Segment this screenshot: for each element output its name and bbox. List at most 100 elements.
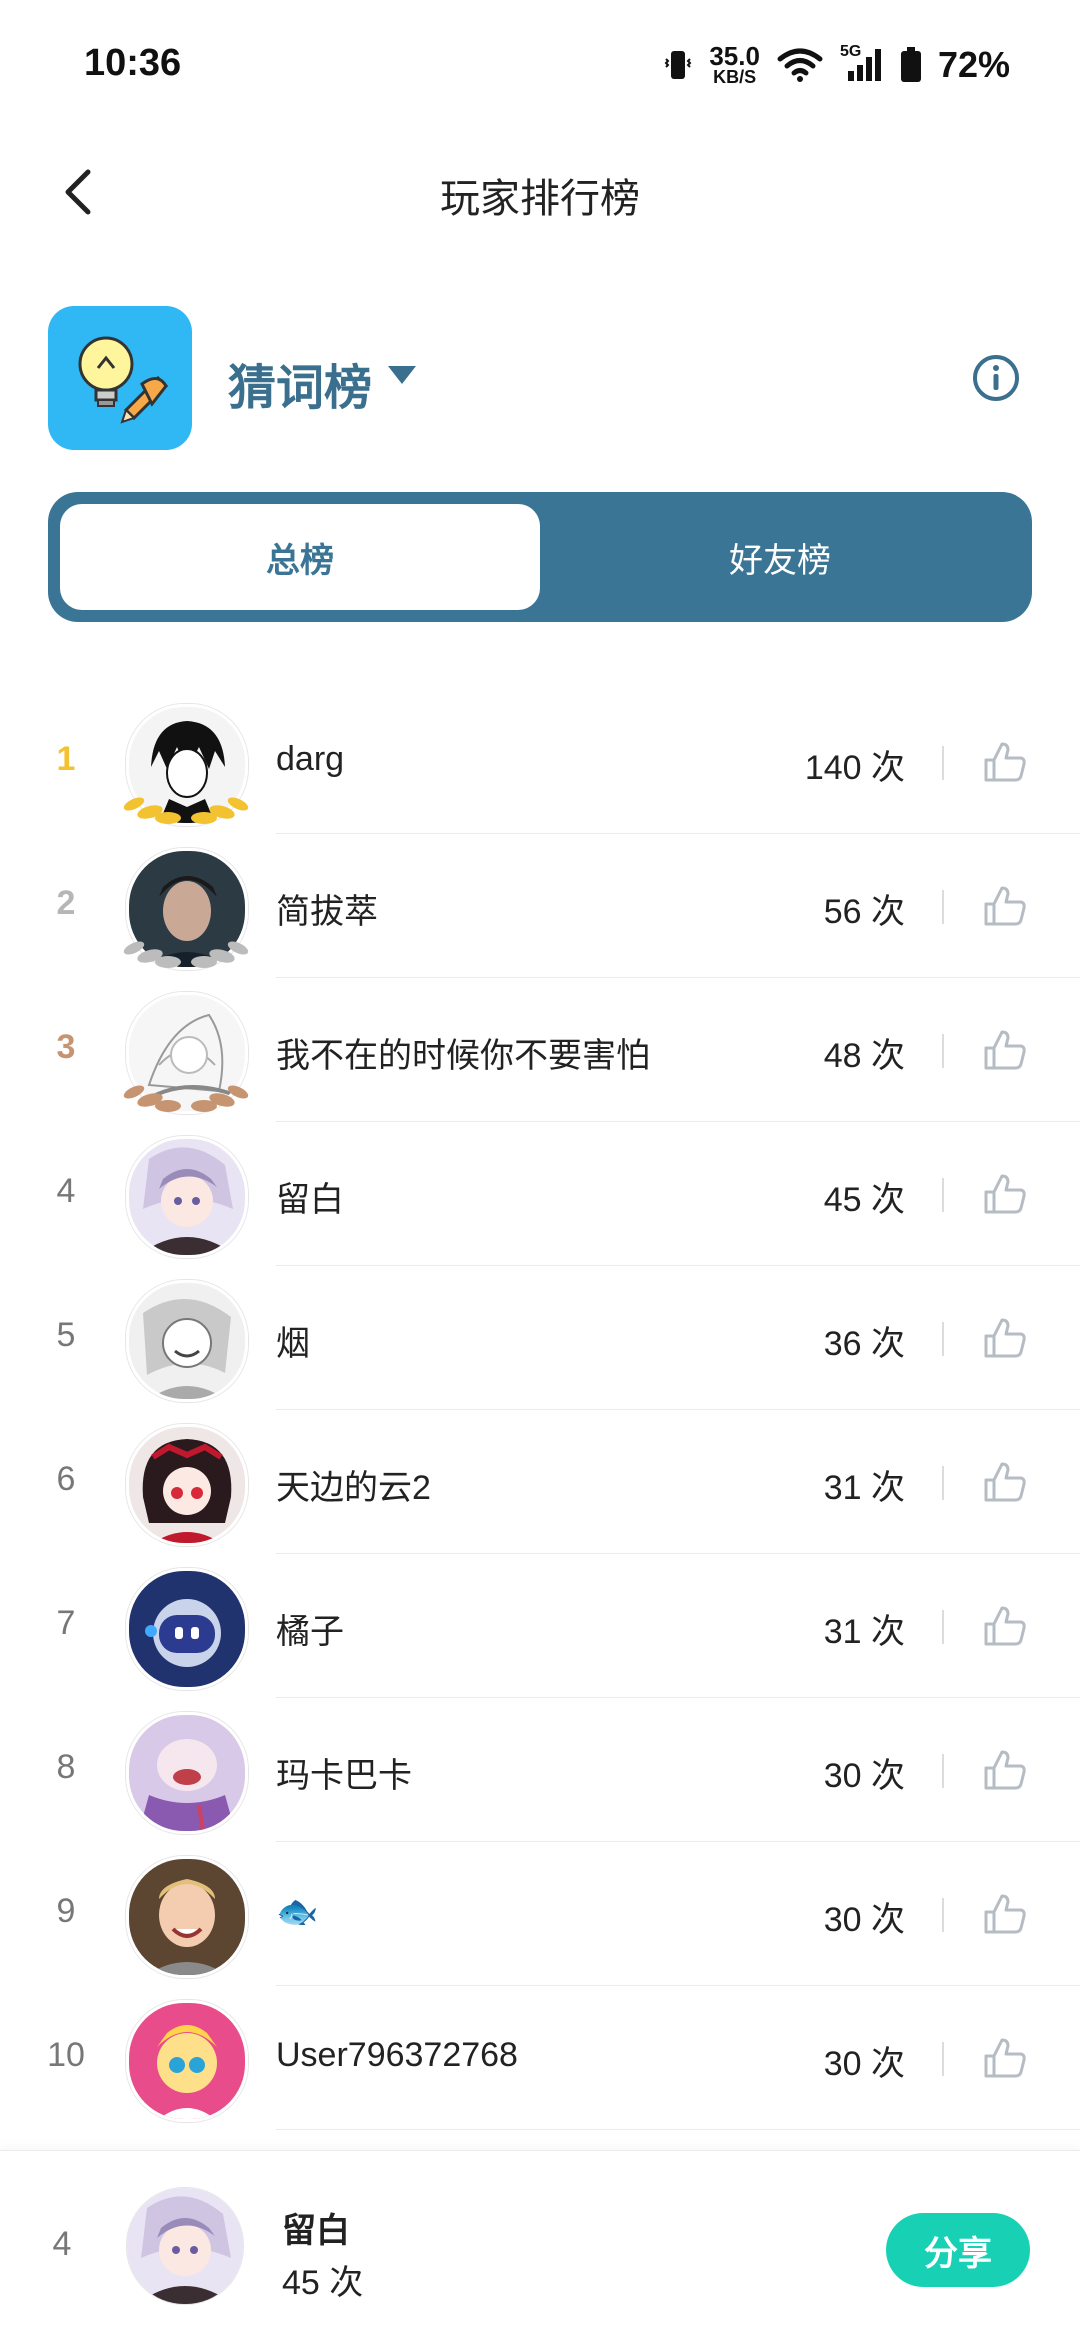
game-name[interactable]: 猜词榜 (228, 348, 372, 418)
top-app-bar: 玩家排行榜 (0, 150, 1080, 240)
divider (942, 1754, 944, 1788)
rank-number: 5 (56, 1316, 76, 1354)
player-name: 🐟 (276, 1893, 319, 1931)
network-speed-value: 35.0 (709, 41, 760, 71)
avatar[interactable] (126, 1712, 248, 1834)
divider (942, 1898, 944, 1932)
status-icons: 35.0 KB/S 5G 72% (663, 41, 1010, 87)
player-score: 31 次 (823, 1469, 905, 1507)
battery-percent: 72% (937, 44, 1010, 85)
divider (942, 1178, 944, 1212)
leaderboard-row[interactable]: 7 橘子 31 次 (0, 1554, 1080, 1698)
page-title: 玩家排行榜 (440, 177, 640, 221)
divider (942, 1610, 944, 1644)
player-name: darg (276, 740, 345, 778)
player-score: 30 次 (823, 2045, 905, 2083)
player-name: 留白 (276, 1181, 344, 1219)
my-avatar (126, 2187, 244, 2305)
avatar[interactable] (126, 1568, 248, 1690)
thumbs-up-icon[interactable] (982, 740, 1028, 784)
thumbs-up-icon[interactable] (982, 1172, 1028, 1216)
avatar[interactable] (126, 1136, 248, 1258)
rank-number: 8 (56, 1748, 76, 1786)
rank-number: 2 (56, 884, 76, 922)
divider (942, 1466, 944, 1500)
my-name: 留白 (282, 2212, 350, 2250)
leaderboard-row[interactable]: 6 天边的云2 31 次 (0, 1410, 1080, 1554)
player-score: 45 次 (823, 1181, 905, 1219)
avatar[interactable] (126, 1856, 248, 1978)
status-time: 10:36 (84, 42, 182, 84)
laurel-wreath-icon (123, 797, 249, 824)
rank-number: 1 (56, 740, 76, 778)
player-score: 48 次 (823, 1037, 905, 1075)
leaderboard-row[interactable]: 2 简拔萃 56 次 (0, 834, 1080, 978)
laurel-wreath-icon (123, 941, 249, 968)
rank-number: 4 (56, 1172, 76, 1210)
player-name: 烟 (276, 1325, 310, 1363)
thumbs-up-icon[interactable] (982, 1316, 1028, 1360)
leaderboard-tabs: 总榜 好友榜 (48, 492, 1032, 622)
player-score: 31 次 (823, 1613, 905, 1651)
ranking-list: 1 darg 140 次 2 简拔萃 56 次 3 我不在的时候你不要害怕 48… (0, 690, 1080, 2130)
signal-icon: 5G (840, 43, 884, 83)
info-icon[interactable] (970, 352, 1022, 404)
thumbs-up-icon[interactable] (982, 2036, 1028, 2080)
game-icon (48, 306, 192, 450)
thumbs-up-icon[interactable] (982, 1604, 1028, 1648)
rank-number: 3 (56, 1028, 76, 1066)
divider (942, 1034, 944, 1068)
status-bar: 10:36 35.0 KB/S 5G 72% (0, 0, 1080, 130)
thumbs-up-icon[interactable] (982, 884, 1028, 928)
my-rank-bar: 4 留白 45 次 分享 (0, 2150, 1080, 2345)
player-name: 玛卡巴卡 (276, 1757, 412, 1795)
game-selector[interactable]: 猜词榜 (48, 306, 1032, 452)
leaderboard-row[interactable]: 9 🐟 30 次 (0, 1842, 1080, 1986)
row-divider (276, 2129, 1080, 2130)
divider (942, 1322, 944, 1356)
divider (942, 890, 944, 924)
network-speed-unit: KB/S (713, 67, 757, 87)
player-score: 30 次 (823, 1901, 905, 1939)
player-name: 简拔萃 (276, 893, 378, 931)
avatar[interactable] (126, 1424, 248, 1546)
divider (942, 746, 944, 780)
thumbs-up-icon[interactable] (982, 1748, 1028, 1792)
network-speed: 35.0 KB/S (709, 41, 760, 87)
dropdown-caret-icon[interactable] (388, 366, 416, 384)
thumbs-up-icon[interactable] (982, 1460, 1028, 1504)
tab-friends[interactable]: 好友榜 (540, 504, 1020, 610)
avatar[interactable] (126, 2000, 248, 2122)
vibrate-icon (664, 51, 692, 79)
divider (942, 2042, 944, 2076)
tab-total[interactable]: 总榜 (60, 504, 540, 610)
battery-icon (900, 47, 921, 82)
leaderboard-row[interactable]: 8 玛卡巴卡 30 次 (0, 1698, 1080, 1842)
leaderboard-row[interactable]: 10 User796372768 30 次 (0, 1986, 1080, 2130)
share-button[interactable]: 分享 (886, 2213, 1030, 2287)
leaderboard-row[interactable]: 4 留白 45 次 (0, 1122, 1080, 1266)
rank-number: 7 (56, 1604, 76, 1642)
my-score: 45 次 (282, 2264, 364, 2302)
leaderboard-row[interactable]: 3 我不在的时候你不要害怕 48 次 (0, 978, 1080, 1122)
player-name: 天边的云2 (276, 1469, 431, 1507)
wifi-icon (777, 48, 823, 82)
avatar[interactable] (126, 1280, 248, 1402)
leaderboard-row[interactable]: 1 darg 140 次 (0, 690, 1080, 834)
player-score: 140 次 (804, 749, 905, 787)
player-name: 我不在的时候你不要害怕 (276, 1037, 650, 1075)
player-score: 36 次 (823, 1325, 905, 1363)
laurel-wreath-icon (123, 1085, 249, 1112)
thumbs-up-icon[interactable] (982, 1892, 1028, 1936)
rank-number: 6 (56, 1460, 76, 1498)
player-name: User796372768 (276, 2036, 518, 2074)
player-score: 30 次 (823, 1757, 905, 1795)
rank-number: 10 (47, 2036, 85, 2074)
lightbulb-pencil-icon (78, 336, 169, 424)
player-score: 56 次 (823, 893, 905, 931)
thumbs-up-icon[interactable] (982, 1028, 1028, 1072)
player-name: 橘子 (276, 1613, 344, 1651)
my-rank: 4 (52, 2225, 72, 2263)
rank-number: 9 (56, 1892, 76, 1930)
leaderboard-row[interactable]: 5 烟 36 次 (0, 1266, 1080, 1410)
